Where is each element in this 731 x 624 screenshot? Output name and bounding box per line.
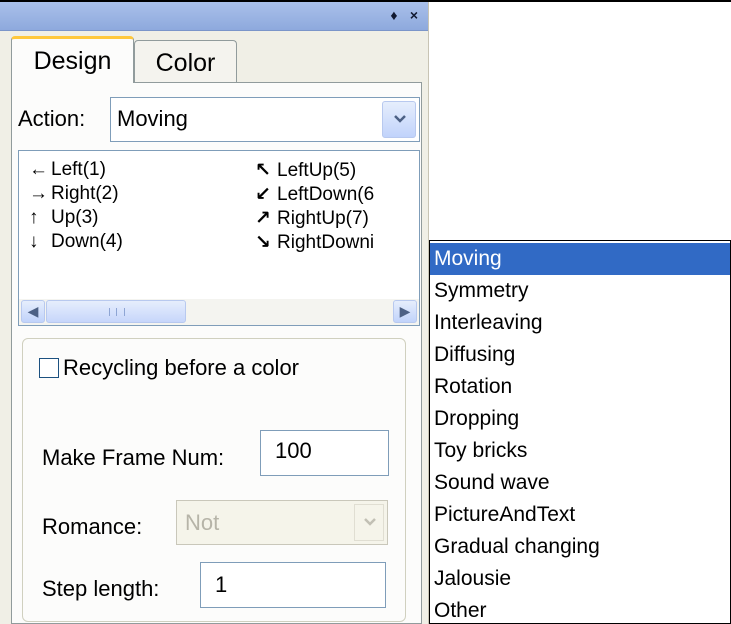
- scroll-right-icon[interactable]: ▶: [393, 300, 417, 323]
- dropdown-item-jalousie[interactable]: Jalousie: [430, 563, 730, 595]
- direction-label: Right(2): [51, 183, 119, 204]
- dropdown-item-picture-and-text[interactable]: PictureAndText: [430, 499, 730, 531]
- step-length-label: Step length:: [42, 576, 160, 601]
- action-select[interactable]: Moving: [110, 97, 420, 142]
- chevron-down-icon: [354, 504, 384, 541]
- grip-icon: [109, 308, 125, 316]
- arrow-down-icon: ↓: [29, 231, 39, 252]
- tab-design[interactable]: Design: [11, 36, 134, 83]
- direction-item-leftup[interactable]: ↖ LeftUp(5): [255, 159, 356, 183]
- direction-label: RightDowni: [277, 232, 375, 253]
- pin-icon[interactable]: ♦: [386, 6, 402, 24]
- dropdown-item-interleaving[interactable]: Interleaving: [430, 307, 730, 339]
- direction-item-left[interactable]: ← Left(1): [29, 159, 106, 183]
- arrow-upright-icon: ↗: [255, 208, 271, 229]
- recycling-label[interactable]: Recycling before a color: [63, 355, 299, 381]
- arrow-downright-icon: ↘: [255, 232, 271, 253]
- recycling-checkbox[interactable]: [39, 358, 59, 378]
- romance-select: Not: [176, 500, 388, 545]
- direction-item-up[interactable]: ↑ Up(3): [29, 207, 99, 231]
- tab-color[interactable]: Color: [134, 40, 237, 83]
- arrow-upleft-icon: ↖: [255, 160, 271, 181]
- romance-label: Romance:: [42, 514, 143, 539]
- direction-item-rightdown[interactable]: ↘ RightDowni: [255, 231, 374, 255]
- direction-label: Up(3): [51, 207, 99, 228]
- panel-titlebar: ♦ ×: [0, 2, 428, 31]
- arrow-right-icon: →: [29, 183, 48, 204]
- direction-item-down[interactable]: ↓ Down(4): [29, 231, 123, 255]
- scroll-left-icon[interactable]: ◀: [21, 300, 45, 323]
- direction-item-right[interactable]: → Right(2): [29, 183, 119, 207]
- horizontal-scrollbar[interactable]: ◀ ▶: [19, 299, 419, 325]
- direction-label: RightUp(7): [277, 208, 369, 229]
- scroll-thumb[interactable]: [46, 300, 186, 323]
- dropdown-item-symmetry[interactable]: Symmetry: [430, 275, 730, 307]
- dropdown-item-rotation[interactable]: Rotation: [430, 371, 730, 403]
- step-length-input[interactable]: 1: [200, 562, 386, 608]
- arrow-up-icon: ↑: [29, 207, 39, 228]
- dropdown-item-moving[interactable]: Moving: [430, 243, 730, 275]
- romance-value: Not: [185, 510, 220, 535]
- action-dropdown-list[interactable]: Moving Symmetry Interleaving Diffusing R…: [429, 240, 731, 624]
- direction-label: LeftUp(5): [277, 160, 357, 181]
- action-label: Action:: [18, 106, 86, 131]
- dropdown-item-gradual-changing[interactable]: Gradual changing: [430, 531, 730, 563]
- direction-label: LeftDown(6: [277, 184, 375, 205]
- dropdown-item-sound-wave[interactable]: Sound wave: [430, 467, 730, 499]
- dropdown-item-other[interactable]: Other: [430, 595, 730, 623]
- action-value: Moving: [117, 106, 188, 131]
- direction-label: Down(4): [51, 231, 123, 252]
- frame-num-input[interactable]: 100: [260, 430, 389, 476]
- direction-item-rightup[interactable]: ↗ RightUp(7): [255, 207, 369, 231]
- dropdown-item-dropping[interactable]: Dropping: [430, 403, 730, 435]
- dropdown-item-diffusing[interactable]: Diffusing: [430, 339, 730, 371]
- chevron-down-icon[interactable]: [382, 101, 416, 138]
- dropdown-item-toy-bricks[interactable]: Toy bricks: [430, 435, 730, 467]
- arrow-left-icon: ←: [29, 159, 48, 180]
- direction-list[interactable]: ← Left(1) → Right(2) ↑ Up(3) ↓ Down(4) ↖ Left…: [18, 150, 420, 326]
- direction-label: Left(1): [51, 159, 106, 180]
- close-icon[interactable]: ×: [406, 6, 422, 24]
- arrow-downleft-icon: ↙: [255, 184, 271, 205]
- direction-item-leftdown[interactable]: ↙ LeftDown(6: [255, 183, 374, 207]
- frame-num-label: Make Frame Num:: [42, 445, 225, 470]
- design-panel: ♦ × Design Color Action: Moving ← Left(1)…: [0, 2, 429, 624]
